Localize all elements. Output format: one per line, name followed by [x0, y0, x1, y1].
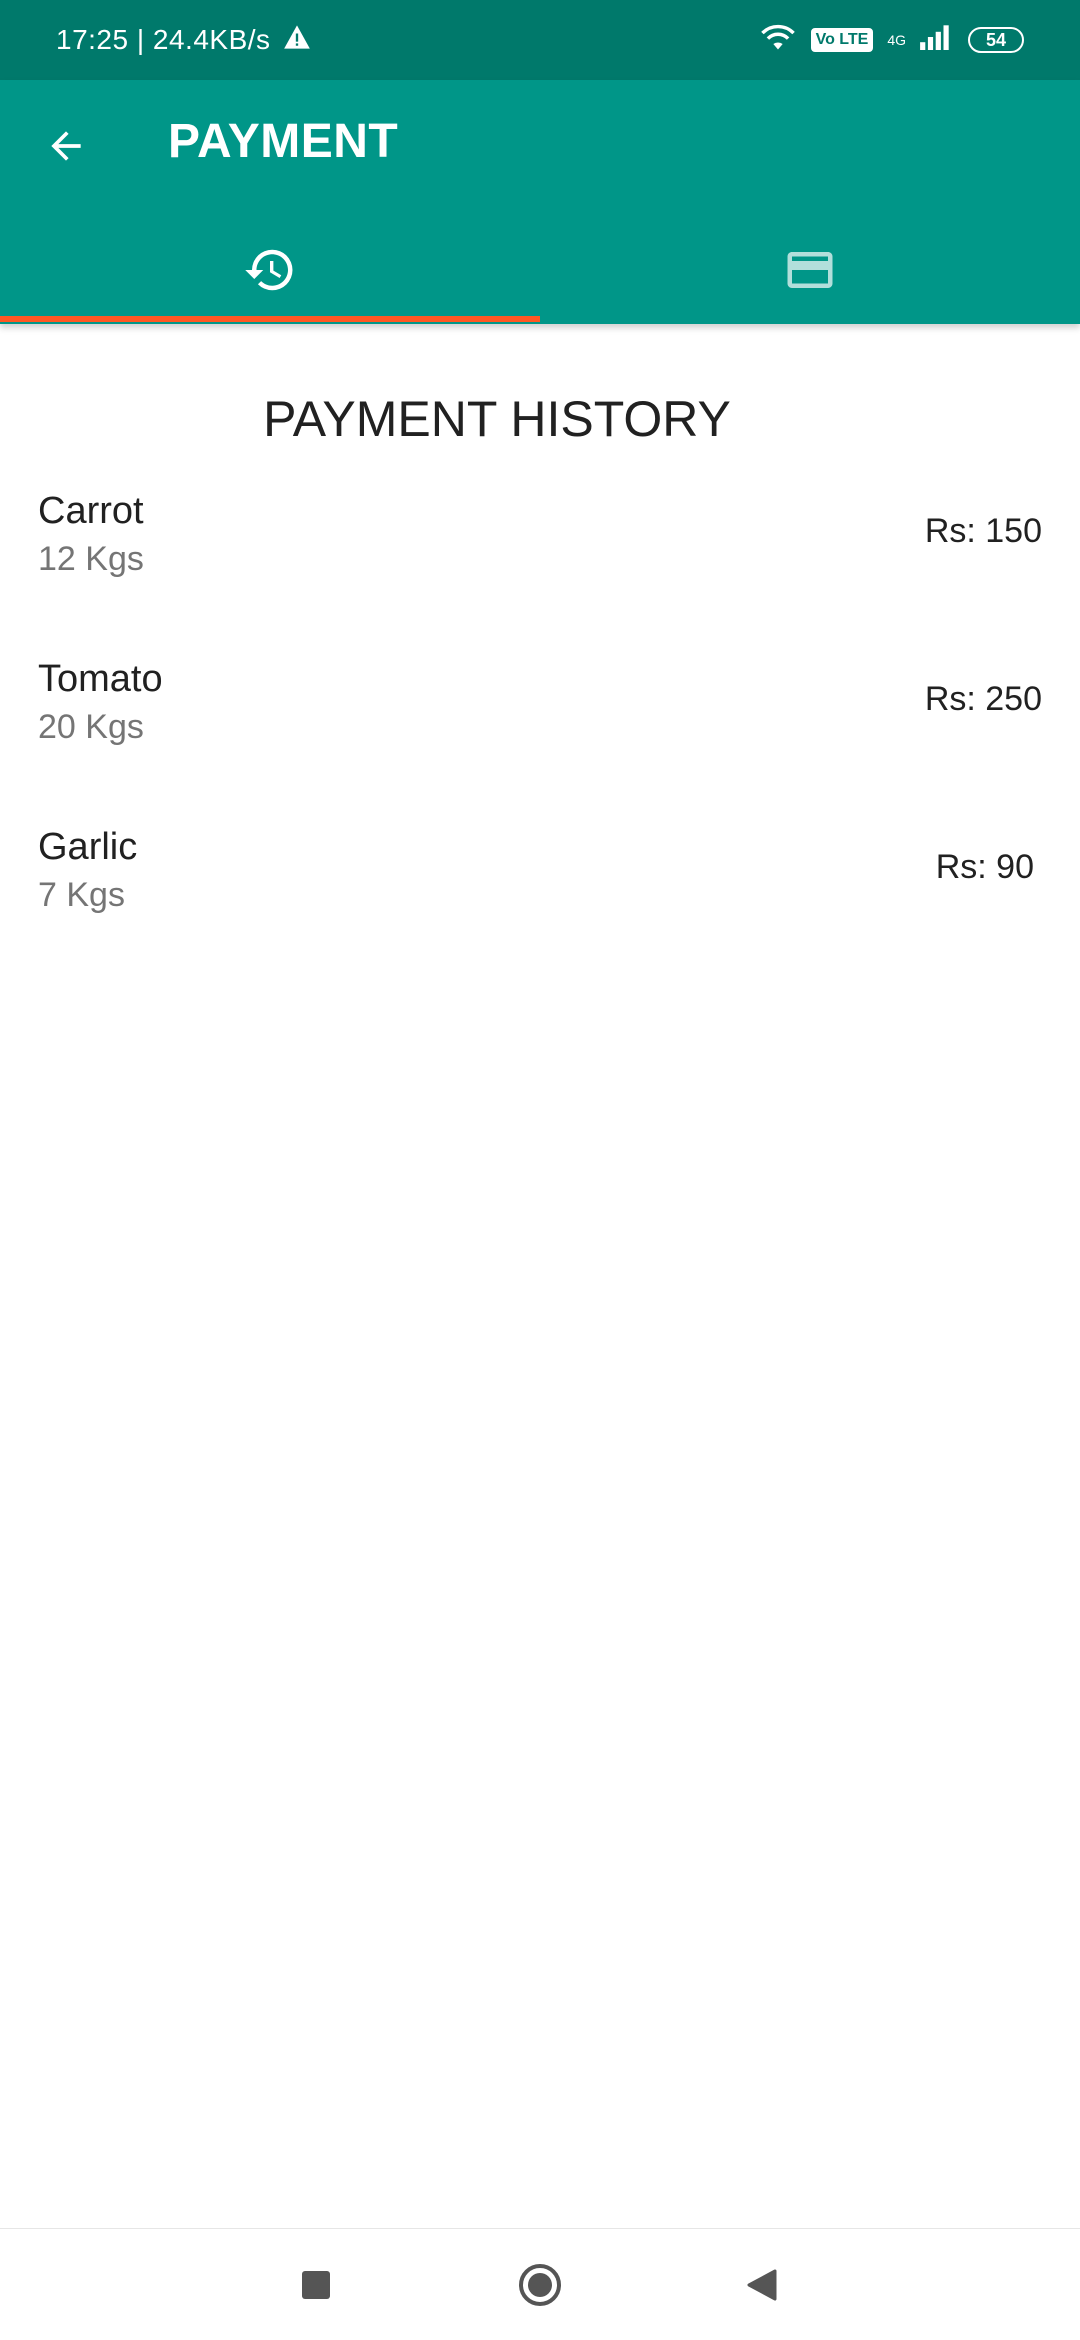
nav-back-button[interactable] — [730, 2253, 794, 2317]
recents-button[interactable] — [284, 2253, 348, 2317]
payment-item[interactable]: Tomato 20 Kgs Rs: 250 — [0, 658, 1080, 798]
tab-payment-history[interactable] — [0, 220, 540, 320]
app-bar: PAYMENT — [0, 80, 1080, 324]
status-right: Vo LTE 4G 54 — [759, 23, 1024, 57]
item-quantity: 7 Kgs — [38, 876, 125, 914]
item-name: Garlic — [38, 826, 138, 868]
item-price: Rs: 250 — [924, 680, 1042, 718]
item-name: Tomato — [38, 658, 163, 700]
item-price: Rs: 90 — [935, 848, 1034, 886]
wifi-icon — [759, 23, 797, 57]
recents-square-icon — [302, 2271, 330, 2299]
item-price: Rs: 150 — [924, 512, 1042, 550]
signal-icon — [920, 24, 954, 56]
back-button[interactable] — [40, 120, 92, 172]
payment-item[interactable]: Carrot 12 Kgs Rs: 150 — [0, 490, 1080, 630]
back-triangle-icon — [747, 2269, 777, 2301]
status-time-speed: 17:25 | 24.4KB/s — [56, 24, 271, 55]
item-quantity: 20 Kgs — [38, 708, 144, 746]
volte-icon: Vo LTE — [810, 28, 874, 52]
credit-card-icon — [787, 252, 833, 288]
network-type-label: 4G — [887, 32, 906, 48]
payment-item[interactable]: Garlic 7 Kgs Rs: 90 — [0, 826, 1080, 966]
tab-indicator — [0, 316, 540, 322]
item-name: Carrot — [38, 490, 144, 532]
home-circle-icon — [519, 2264, 561, 2306]
tab-make-payment[interactable] — [540, 220, 1080, 320]
system-nav-bar — [0, 2228, 1080, 2340]
section-title: PAYMENT HISTORY — [263, 391, 731, 447]
status-bar: 17:25 | 24.4KB/s Vo LTE 4G 54 — [0, 0, 1080, 80]
status-left: 17:25 | 24.4KB/s — [56, 24, 311, 57]
battery-icon: 54 — [968, 27, 1024, 53]
history-icon — [245, 249, 293, 291]
arrow-back-icon — [51, 131, 81, 161]
home-button[interactable] — [508, 2253, 572, 2317]
item-quantity: 12 Kgs — [38, 540, 144, 578]
warning-icon — [283, 24, 311, 57]
page-title: PAYMENT — [168, 115, 399, 168]
